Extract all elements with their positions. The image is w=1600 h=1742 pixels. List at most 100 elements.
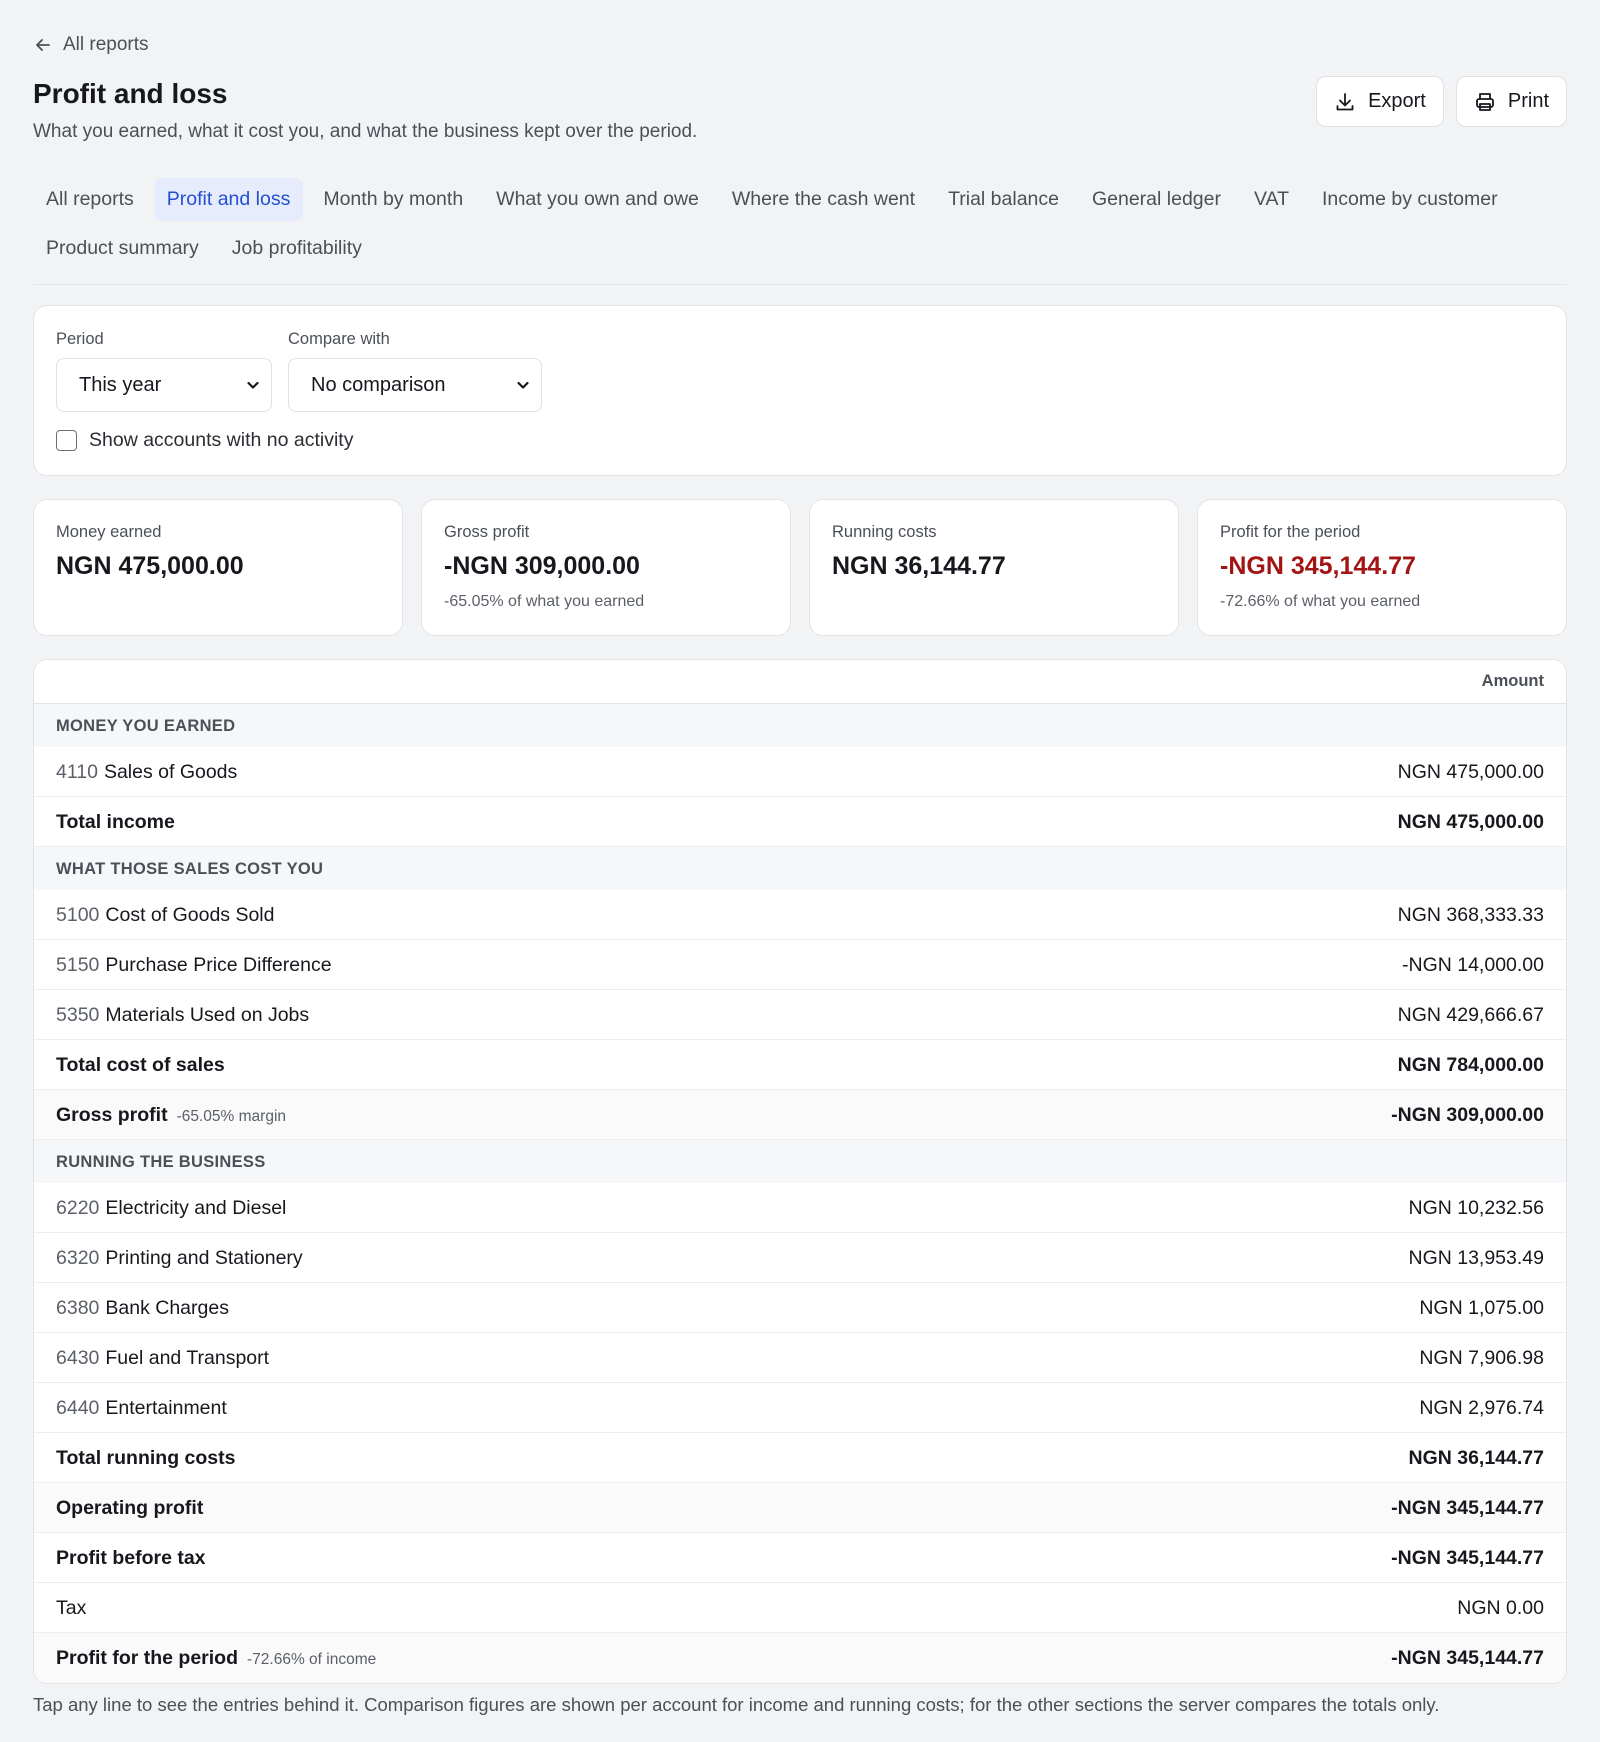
account-name: Purchase Price Difference bbox=[105, 954, 332, 976]
account-name: Total running costs bbox=[56, 1447, 236, 1469]
row-label: 6320 Printing and Stationery bbox=[56, 1233, 303, 1283]
summary-card: Money earned NGN 475,000.00 bbox=[33, 499, 403, 636]
summary-card: Running costs NGN 36,144.77 bbox=[809, 499, 1179, 636]
account-name: Materials Used on Jobs bbox=[105, 1004, 310, 1026]
account-row[interactable]: 4110 Sales of Goods NGN 475,000.00 bbox=[34, 747, 1566, 797]
filters-panel: Period This year Compare with No compari… bbox=[33, 305, 1567, 476]
profit-loss-table: Amount MONEY YOU EARNED 4110 Sales of Good… bbox=[33, 659, 1567, 1684]
summary-row: Operating profit -NGN 345,144.77 bbox=[34, 1483, 1566, 1533]
row-amount: NGN 2,976.74 bbox=[1419, 1397, 1544, 1419]
report-tabs: All reports Profit and loss Month by month… bbox=[33, 178, 1567, 285]
period-label: Period bbox=[56, 330, 104, 348]
back-link-label: All reports bbox=[63, 34, 149, 55]
section-heading: MONEY YOU EARNED bbox=[34, 704, 1566, 747]
row-amount: NGN 1,075.00 bbox=[1419, 1297, 1544, 1319]
account-name: Entertainment bbox=[105, 1397, 227, 1419]
row-amount: NGN 0.00 bbox=[1457, 1597, 1544, 1619]
row-label: 6380 Bank Charges bbox=[56, 1283, 229, 1333]
table-header: Amount bbox=[34, 660, 1566, 704]
card-value: -NGN 345,144.77 bbox=[1220, 552, 1416, 580]
back-link[interactable]: All reports bbox=[33, 34, 149, 56]
account-row[interactable]: 5100 Cost of Goods Sold NGN 368,333.33 bbox=[34, 890, 1566, 940]
row-amount: NGN 475,000.00 bbox=[1397, 761, 1544, 783]
tab-income-by-customer[interactable]: Income by customer bbox=[1309, 178, 1511, 221]
account-row[interactable]: 5150 Purchase Price Difference -NGN 14,000… bbox=[34, 940, 1566, 990]
account-name: Operating profit bbox=[56, 1497, 204, 1519]
account-code: 6320 bbox=[56, 1247, 100, 1269]
card-label: Gross profit bbox=[444, 523, 530, 541]
arrow-left-icon bbox=[36, 39, 50, 51]
row-note: -72.66% of income bbox=[247, 1651, 377, 1668]
page-title: Profit and loss bbox=[33, 78, 228, 109]
section-heading: WHAT THOSE SALES COST YOU bbox=[34, 847, 1566, 890]
total-row: Total running costs NGN 36,144.77 bbox=[34, 1433, 1566, 1483]
export-label: Export bbox=[1368, 90, 1426, 112]
row-label: Total cost of sales bbox=[56, 1040, 225, 1090]
row-label: 4110 Sales of Goods bbox=[56, 747, 237, 797]
period-select-value: This year bbox=[79, 373, 162, 396]
account-name: Total income bbox=[56, 811, 175, 833]
summary-row: Gross profit -65.05% margin -NGN 309,000.0… bbox=[34, 1090, 1566, 1140]
account-name: Gross profit bbox=[56, 1104, 168, 1126]
account-name: Electricity and Diesel bbox=[105, 1197, 287, 1219]
account-code: 6430 bbox=[56, 1347, 100, 1369]
account-row[interactable]: 6440 Entertainment NGN 2,976.74 bbox=[34, 1383, 1566, 1433]
card-value: -NGN 309,000.00 bbox=[444, 552, 640, 580]
section-label: WHAT THOSE SALES COST YOU bbox=[56, 860, 324, 878]
tab-all-reports[interactable]: All reports bbox=[33, 178, 147, 221]
account-code: 5150 bbox=[56, 954, 100, 976]
print-button[interactable]: Print bbox=[1455, 76, 1567, 127]
account-code: 6220 bbox=[56, 1197, 100, 1219]
tab-profit-and-loss[interactable]: Profit and loss bbox=[153, 178, 304, 221]
account-row[interactable]: 6320 Printing and Stationery NGN 13,953.49 bbox=[34, 1233, 1566, 1283]
tab-month-by-month[interactable]: Month by month bbox=[310, 178, 476, 221]
total-row: Total income NGN 475,000.00 bbox=[34, 797, 1566, 847]
account-name: Profit before tax bbox=[56, 1547, 206, 1569]
tab-what-you-own-and-owe[interactable]: What you own and owe bbox=[483, 178, 712, 221]
account-row[interactable]: 6220 Electricity and Diesel NGN 10,232.56 bbox=[34, 1183, 1566, 1233]
compare-select-value: No comparison bbox=[311, 373, 446, 396]
tab-general-ledger[interactable]: General ledger bbox=[1079, 178, 1234, 221]
row-amount: -NGN 345,144.77 bbox=[1391, 1497, 1544, 1519]
summary-card: Profit for the period -NGN 345,144.77 -72.… bbox=[1197, 499, 1567, 636]
account-code: 5350 bbox=[56, 1004, 100, 1026]
tab-where-the-cash-went[interactable]: Where the cash went bbox=[719, 178, 928, 221]
print-label: Print bbox=[1507, 90, 1549, 112]
account-name: Fuel and Transport bbox=[105, 1347, 270, 1369]
footnote: Tap any line to see the entries behind i… bbox=[33, 1694, 1440, 1715]
tab-job-profitability[interactable]: Job profitability bbox=[219, 227, 375, 270]
row-amount: NGN 10,232.56 bbox=[1408, 1197, 1544, 1219]
account-name: Bank Charges bbox=[105, 1297, 229, 1319]
row-label: 6440 Entertainment bbox=[56, 1383, 227, 1433]
card-note: -65.05% of what you earned bbox=[444, 593, 645, 610]
row-label: Total running costs bbox=[56, 1433, 235, 1483]
total-row: Profit before tax -NGN 345,144.77 bbox=[34, 1533, 1566, 1583]
row-label: 6430 Fuel and Transport bbox=[56, 1333, 269, 1383]
period-select[interactable]: This year bbox=[56, 358, 272, 412]
account-code: 4110 bbox=[56, 761, 98, 783]
row-amount: NGN 429,666.67 bbox=[1397, 1004, 1544, 1026]
card-note: -72.66% of what you earned bbox=[1220, 593, 1421, 610]
tab-vat[interactable]: VAT bbox=[1241, 178, 1302, 221]
compare-select[interactable]: No comparison bbox=[288, 358, 542, 412]
export-button[interactable]: Export bbox=[1316, 76, 1444, 127]
show-inactive-label[interactable]: Show accounts with no activity bbox=[89, 429, 353, 452]
tab-trial-balance[interactable]: Trial balance bbox=[935, 178, 1072, 221]
chevron-down-icon bbox=[517, 381, 529, 389]
row-amount: NGN 784,000.00 bbox=[1397, 1054, 1544, 1076]
compare-label: Compare with bbox=[288, 330, 390, 348]
summary-cards: Money earned NGN 475,000.00 Gross profit -N… bbox=[33, 499, 1567, 636]
account-code: 6380 bbox=[56, 1297, 100, 1319]
account-row[interactable]: 5350 Materials Used on Jobs NGN 429,666.67 bbox=[34, 990, 1566, 1040]
account-row[interactable]: 6380 Bank Charges NGN 1,075.00 bbox=[34, 1283, 1566, 1333]
show-inactive-checkbox[interactable] bbox=[56, 430, 77, 451]
account-code: 6440 bbox=[56, 1397, 100, 1419]
tab-product-summary[interactable]: Product summary bbox=[33, 227, 212, 270]
summary-card: Gross profit -NGN 309,000.00 -65.05% of wh… bbox=[421, 499, 791, 636]
card-value: NGN 36,144.77 bbox=[832, 552, 1006, 580]
account-name: Tax bbox=[56, 1597, 87, 1619]
row-label: 5100 Cost of Goods Sold bbox=[56, 890, 274, 940]
section-label: MONEY YOU EARNED bbox=[56, 717, 236, 735]
account-row[interactable]: 6430 Fuel and Transport NGN 7,906.98 bbox=[34, 1333, 1566, 1383]
table-body: MONEY YOU EARNED 4110 Sales of Goods NGN 47… bbox=[34, 704, 1566, 1683]
